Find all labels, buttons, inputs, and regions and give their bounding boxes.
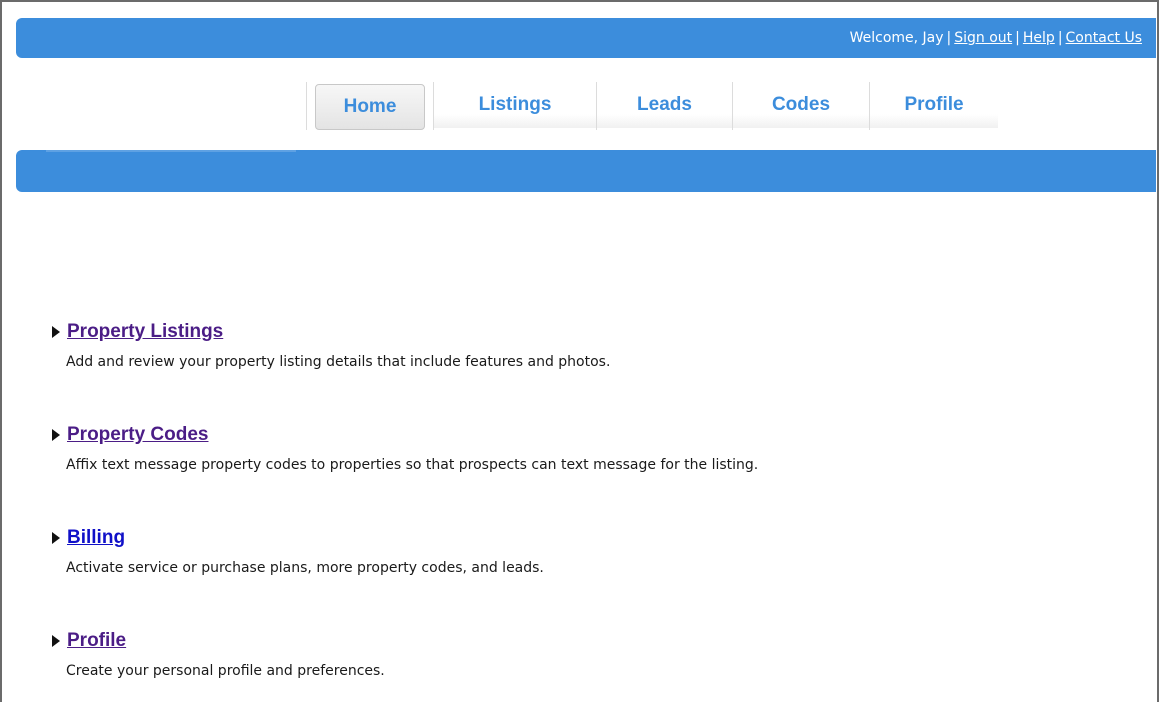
tab-profile[interactable]: Profile xyxy=(870,82,998,128)
section-property-listings: Property Listings Add and review your pr… xyxy=(52,320,758,395)
home-sections: Property Listings Add and review your pr… xyxy=(52,320,758,704)
arrow-right-icon xyxy=(52,429,60,441)
section-profile: Profile Create your personal profile and… xyxy=(52,629,758,704)
top-bar: Welcome, Jay | Sign out | Help | Contact Us xyxy=(16,18,1156,58)
section-property-codes: Property Codes Affix text message proper… xyxy=(52,423,758,498)
arrow-right-icon xyxy=(52,532,60,544)
contact-us-link[interactable]: Contact Us xyxy=(1066,30,1142,46)
tab-leads[interactable]: Leads xyxy=(597,82,732,128)
section-description: Create your personal profile and prefere… xyxy=(66,663,385,679)
section-description: Activate service or purchase plans, more… xyxy=(66,560,544,576)
section-head: Property Listings xyxy=(52,320,758,344)
sub-nav-bar xyxy=(16,150,1156,192)
section-head: Billing xyxy=(52,526,758,550)
nav-divider xyxy=(306,82,307,130)
arrow-right-icon xyxy=(52,635,60,647)
property-codes-link[interactable]: Property Codes xyxy=(67,424,208,446)
tab-home[interactable]: Home xyxy=(315,84,425,130)
arrow-right-icon xyxy=(52,326,60,338)
welcome-text: Welcome, Jay xyxy=(849,30,944,46)
section-description: Affix text message property codes to pro… xyxy=(66,457,759,473)
tab-listings[interactable]: Listings xyxy=(434,82,596,128)
separator: | xyxy=(1057,30,1063,46)
section-head: Profile xyxy=(52,629,758,653)
property-listings-link[interactable]: Property Listings xyxy=(67,321,223,343)
sign-out-link[interactable]: Sign out xyxy=(954,30,1012,46)
help-link[interactable]: Help xyxy=(1023,30,1055,46)
section-billing: Billing Activate service or purchase pla… xyxy=(52,526,758,601)
separator: | xyxy=(946,30,952,46)
tab-codes[interactable]: Codes xyxy=(733,82,869,128)
separator: | xyxy=(1015,30,1020,46)
main-nav: Home Listings Leads Codes Profile xyxy=(306,82,998,134)
profile-link[interactable]: Profile xyxy=(67,630,126,652)
section-description: Add and review your property listing det… xyxy=(66,354,611,370)
section-head: Property Codes xyxy=(52,423,758,447)
billing-link[interactable]: Billing xyxy=(67,527,125,549)
